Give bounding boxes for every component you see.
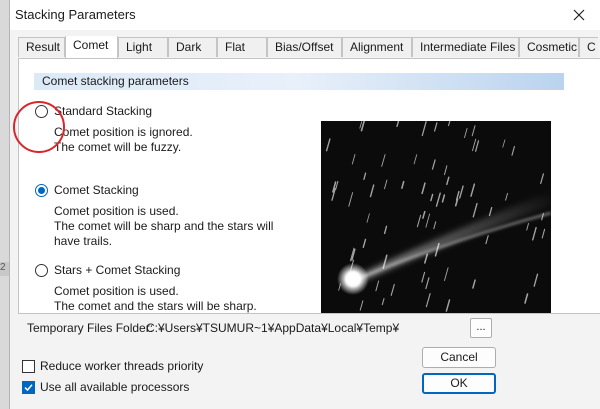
browse-folder-button[interactable]: ... bbox=[470, 318, 492, 338]
description-line: The comet will be sharp and the stars wi… bbox=[54, 219, 274, 233]
comet-stacking-label: Comet Stacking bbox=[54, 183, 139, 197]
background-window-fragment: 2 bbox=[0, 262, 9, 276]
description-line: Comet position is used. bbox=[54, 284, 179, 298]
tab-comet[interactable]: Comet bbox=[65, 36, 118, 58]
tab-bias-offset[interactable]: Bias/Offset bbox=[267, 37, 342, 57]
description-line: The comet will be fuzzy. bbox=[54, 140, 182, 154]
comet-stacking-radio[interactable] bbox=[35, 183, 48, 197]
tab-result[interactable]: Result bbox=[18, 37, 65, 57]
section-header: Comet stacking parameters bbox=[34, 73, 564, 90]
background-window-edge: 2 bbox=[0, 0, 9, 409]
stars-comet-stacking-description: Comet position is used. The comet and th… bbox=[54, 284, 257, 314]
cancel-button[interactable]: Cancel bbox=[422, 347, 496, 368]
reduce-priority-option[interactable]: Reduce worker threads priority bbox=[22, 359, 203, 373]
comet-stacking-description: Comet position is used. The comet will b… bbox=[54, 204, 273, 249]
comet-preview-image bbox=[321, 121, 551, 313]
description-line: Comet position is ignored. bbox=[54, 125, 193, 139]
comet-stacking-option[interactable]: Comet Stacking bbox=[35, 183, 139, 197]
stacking-parameters-dialog: Stacking Parameters Result Comet Light D… bbox=[9, 0, 600, 409]
use-all-processors-checkbox[interactable] bbox=[22, 380, 35, 394]
title-bar: Stacking Parameters bbox=[10, 0, 600, 30]
standard-stacking-description: Comet position is ignored. The comet wil… bbox=[54, 125, 193, 155]
ok-button[interactable]: OK bbox=[422, 373, 496, 394]
tab-overflow[interactable]: C bbox=[579, 37, 598, 57]
stars-comet-stacking-radio[interactable] bbox=[35, 263, 48, 277]
stars-comet-stacking-label: Stars + Comet Stacking bbox=[54, 263, 181, 277]
reduce-priority-label: Reduce worker threads priority bbox=[40, 359, 204, 373]
close-button[interactable] bbox=[557, 0, 600, 30]
reduce-priority-checkbox[interactable] bbox=[22, 359, 35, 373]
description-line: have trails. bbox=[54, 234, 113, 248]
comet-tab-panel: Comet stacking parameters Standard Stack… bbox=[18, 58, 600, 314]
checkmark-icon bbox=[24, 383, 33, 391]
tab-intermediate-files[interactable]: Intermediate Files bbox=[412, 37, 519, 57]
stars-comet-stacking-option[interactable]: Stars + Comet Stacking bbox=[35, 263, 180, 277]
use-all-processors-label: Use all available processors bbox=[40, 380, 190, 394]
standard-stacking-radio[interactable] bbox=[35, 104, 48, 118]
window-title: Stacking Parameters bbox=[15, 7, 136, 22]
tab-light[interactable]: Light bbox=[118, 37, 168, 57]
tab-strip: Result Comet Light Dark Flat Bias/Offset… bbox=[18, 36, 598, 58]
close-icon bbox=[573, 9, 585, 21]
temp-folder-label: Temporary Files Folder: bbox=[27, 321, 154, 335]
standard-stacking-option[interactable]: Standard Stacking bbox=[35, 104, 152, 118]
tab-alignment[interactable]: Alignment bbox=[342, 37, 412, 57]
standard-stacking-label: Standard Stacking bbox=[54, 104, 153, 118]
use-all-processors-option[interactable]: Use all available processors bbox=[22, 380, 189, 394]
tab-flat[interactable]: Flat bbox=[217, 37, 267, 57]
tab-cosmetic[interactable]: Cosmetic bbox=[519, 37, 579, 57]
tab-dark[interactable]: Dark bbox=[168, 37, 217, 57]
description-line: The comet and the stars will be sharp. bbox=[54, 299, 257, 313]
temp-folder-path: C:¥Users¥TSUMUR~1¥AppData¥Local¥Temp¥ bbox=[146, 321, 400, 335]
description-line: Comet position is used. bbox=[54, 204, 179, 218]
